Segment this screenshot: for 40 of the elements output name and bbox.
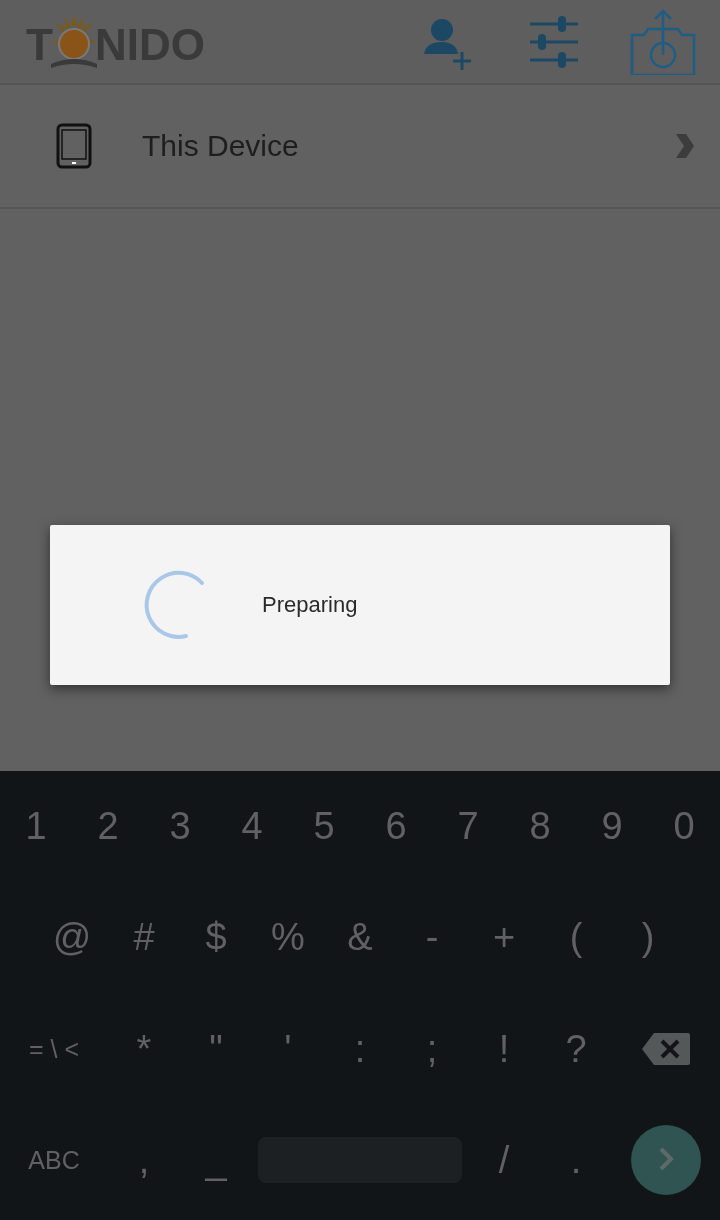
- keyboard-key[interactable]: /: [468, 1120, 540, 1201]
- dialog-message: Preparing: [262, 592, 358, 618]
- keyboard-key[interactable]: +: [468, 897, 540, 978]
- keyboard-key[interactable]: !: [468, 1009, 540, 1090]
- enter-button[interactable]: [631, 1125, 701, 1196]
- keyboard-key[interactable]: -: [396, 897, 468, 978]
- keyboard-key[interactable]: @: [36, 897, 108, 978]
- keyboard-key[interactable]: ?: [540, 1009, 612, 1090]
- keyboard-key[interactable]: :: [324, 1009, 396, 1090]
- keyboard-key[interactable]: $: [180, 897, 252, 978]
- tablet-icon: [56, 123, 92, 169]
- backspace-icon[interactable]: [642, 1033, 690, 1066]
- keyboard-key[interactable]: 9: [576, 786, 648, 867]
- keyboard-key[interactable]: 4: [216, 786, 288, 867]
- keyboard-key[interactable]: ': [252, 1009, 324, 1090]
- keyboard-key[interactable]: _: [180, 1120, 252, 1201]
- keyboard-key[interactable]: ": [180, 1009, 252, 1090]
- keyboard-key[interactable]: &: [324, 897, 396, 978]
- keyboard-key[interactable]: *: [108, 1009, 180, 1090]
- settings-sliders-icon[interactable]: [528, 15, 580, 68]
- keyboard-key[interactable]: ): [612, 897, 684, 978]
- keyboard-key[interactable]: 3: [144, 786, 216, 867]
- keyboard-key[interactable]: 1: [0, 786, 72, 867]
- keyboard-key[interactable]: ABC: [0, 1120, 108, 1201]
- camera-upload-icon[interactable]: [630, 8, 696, 75]
- keyboard-key[interactable]: = \ <: [0, 1009, 108, 1090]
- keyboard-key[interactable]: ;: [396, 1009, 468, 1090]
- keyboard-key[interactable]: (: [540, 897, 612, 978]
- keyboard-key[interactable]: 2: [72, 786, 144, 867]
- keyboard-key[interactable]: 8: [504, 786, 576, 867]
- keyboard-key[interactable]: 0: [648, 786, 720, 867]
- keyboard-key[interactable]: #: [108, 897, 180, 978]
- keyboard-key[interactable]: 7: [432, 786, 504, 867]
- keyboard-key[interactable]: 5: [288, 786, 360, 867]
- chevron-right-icon: [674, 132, 694, 160]
- keyboard-key[interactable]: %: [252, 897, 324, 978]
- keyboard-key[interactable]: 6: [360, 786, 432, 867]
- keyboard-key[interactable]: .: [540, 1120, 612, 1201]
- list-item[interactable]: This Device: [0, 85, 720, 209]
- keyboard-key[interactable]: ,: [108, 1120, 180, 1201]
